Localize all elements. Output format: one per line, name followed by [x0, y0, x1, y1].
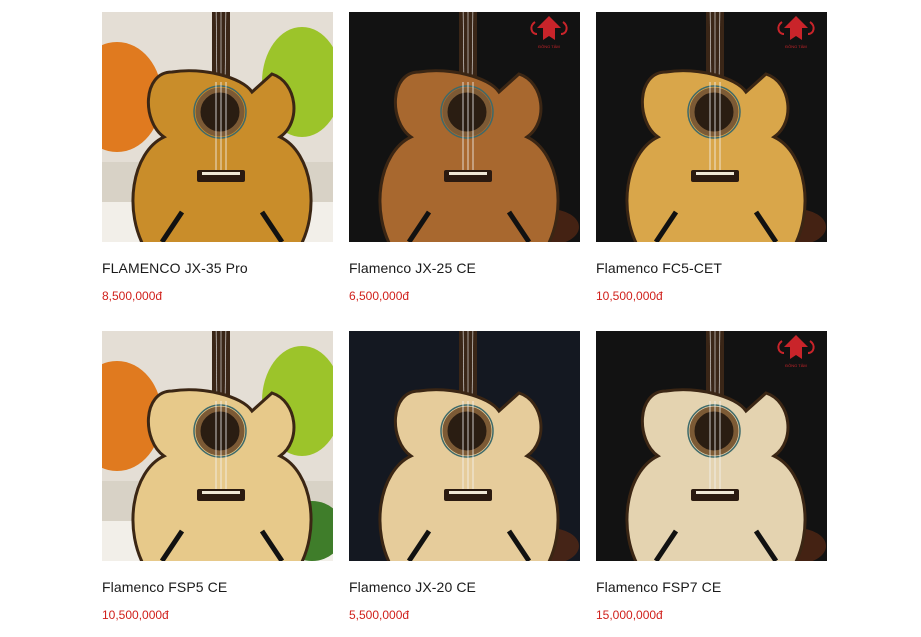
- svg-text:ĐÔNG TÂM: ĐÔNG TÂM: [538, 44, 559, 49]
- product-image[interactable]: ĐÔNG TÂM: [349, 12, 580, 242]
- product-image[interactable]: [102, 331, 333, 561]
- product-name-link[interactable]: Flamenco JX-25 CE: [349, 260, 476, 276]
- product-card: Flamenco FSP5 CE 10,500,000đ: [102, 331, 333, 622]
- svg-text:ĐÔNG TÂM: ĐÔNG TÂM: [785, 44, 806, 49]
- product-price: 15,000,000đ: [596, 608, 663, 622]
- product-image[interactable]: [349, 331, 580, 561]
- product-image[interactable]: [102, 12, 333, 242]
- product-image[interactable]: ĐÔNG TÂM: [596, 331, 827, 561]
- product-name-link[interactable]: Flamenco FSP7 CE: [596, 579, 721, 595]
- product-card: ĐÔNG TÂM Flamenco JX-25 CE 6,500,000đ: [349, 12, 580, 303]
- svg-text:ĐÔNG TÂM: ĐÔNG TÂM: [785, 363, 806, 368]
- product-price: 10,500,000đ: [102, 608, 169, 622]
- product-name-link[interactable]: Flamenco FSP5 CE: [102, 579, 227, 595]
- product-card: FLAMENCO JX-35 Pro 8,500,000đ: [102, 12, 333, 303]
- product-card: ĐÔNG TÂM Flamenco FSP7 CE 15,000,000đ: [596, 331, 827, 622]
- product-name-link[interactable]: FLAMENCO JX-35 Pro: [102, 260, 248, 276]
- product-card: Flamenco JX-20 CE 5,500,000đ: [349, 331, 580, 622]
- product-price: 5,500,000đ: [349, 608, 410, 622]
- product-price: 8,500,000đ: [102, 289, 163, 303]
- product-card: ĐÔNG TÂM Flamenco FC5-CET 10,500,000đ: [596, 12, 827, 303]
- product-price: 6,500,000đ: [349, 289, 410, 303]
- product-name-link[interactable]: Flamenco JX-20 CE: [349, 579, 476, 595]
- product-name-link[interactable]: Flamenco FC5-CET: [596, 260, 722, 276]
- product-price: 10,500,000đ: [596, 289, 663, 303]
- product-image[interactable]: ĐÔNG TÂM: [596, 12, 827, 242]
